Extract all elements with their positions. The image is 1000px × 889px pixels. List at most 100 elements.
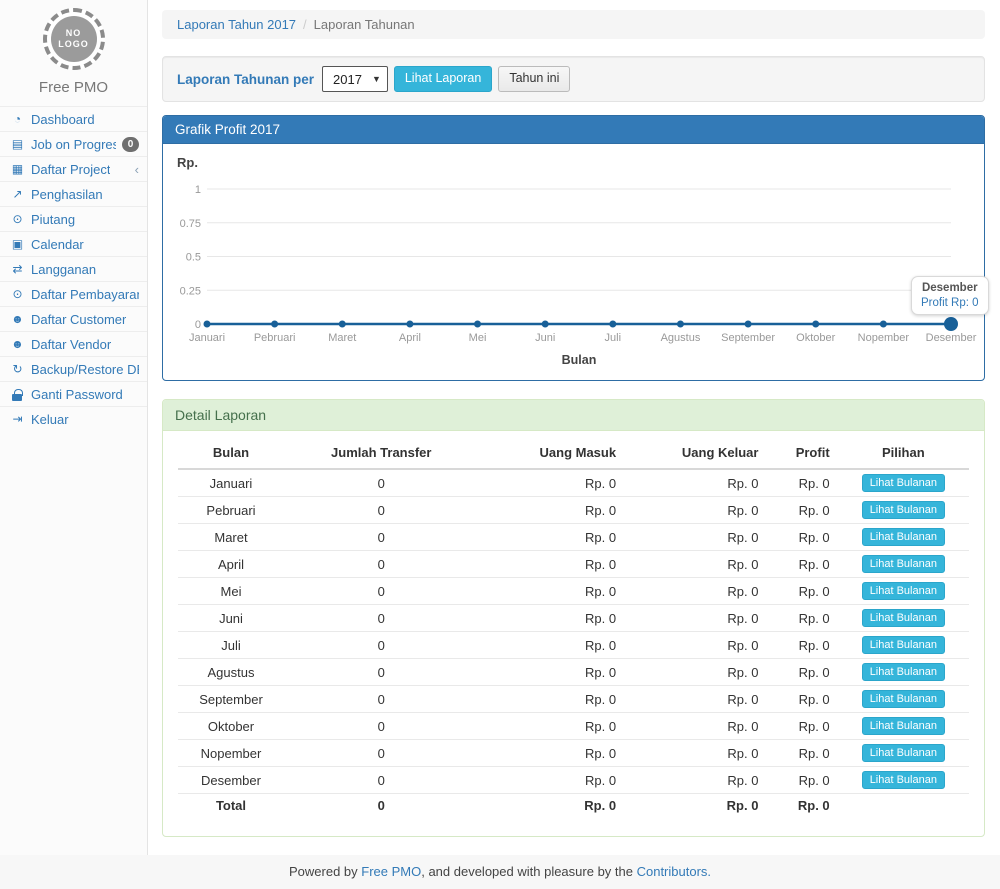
sidebar-item-langganan[interactable]: ⇄Langganan bbox=[0, 257, 147, 281]
lihat-bulanan-button[interactable]: Lihat Bulanan bbox=[862, 582, 945, 600]
table-row: Juni0Rp. 0Rp. 0Rp. 0Lihat Bulanan bbox=[178, 605, 969, 632]
table-row: Maret0Rp. 0Rp. 0Rp. 0Lihat Bulanan bbox=[178, 524, 969, 551]
sidebar-item-ganti-password[interactable]: Ganti Password bbox=[0, 382, 147, 406]
cell-uang-masuk: Rp. 0 bbox=[479, 497, 625, 524]
table-row: September0Rp. 0Rp. 0Rp. 0Lihat Bulanan bbox=[178, 686, 969, 713]
sidebar-menu-item: ⇄Langganan bbox=[0, 256, 147, 281]
cell-profit: Rp. 0 bbox=[766, 551, 837, 578]
dashboard-icon: ◔ bbox=[10, 112, 25, 126]
lihat-bulanan-button[interactable]: Lihat Bulanan bbox=[862, 474, 945, 492]
sidebar-item-daftar-project[interactable]: ▦Daftar Project‹ bbox=[0, 157, 147, 181]
x-tick-label: Januari bbox=[189, 332, 225, 344]
x-tick-label: Juli bbox=[605, 332, 622, 344]
sidebar-menu-item: ☻ Daftar Customer bbox=[0, 306, 147, 331]
sidebar-item-backup-restore-db[interactable]: ↻Backup/Restore DB bbox=[0, 357, 147, 381]
cell-bulan: Juli bbox=[178, 632, 284, 659]
table-total-row: Total0Rp. 0Rp. 0Rp. 0 bbox=[178, 794, 969, 818]
sidebar-item-calendar[interactable]: ▣Calendar bbox=[0, 232, 147, 256]
page-wrapper: NO LOGO Free PMO ◔Dashboard▤Job on Progr… bbox=[0, 0, 1000, 855]
cell-jumlah-transfer: 0 bbox=[284, 605, 479, 632]
data-point-maret bbox=[339, 321, 346, 328]
users-icon: ☻ bbox=[10, 312, 25, 326]
cell-jumlah-transfer: 0 bbox=[284, 686, 479, 713]
chart-tooltip: Desember Profit Rp: 0 bbox=[911, 276, 989, 315]
x-tick-label: April bbox=[399, 332, 421, 344]
sidebar-item-job-on-progress[interactable]: ▤Job on Progress0 bbox=[0, 132, 147, 156]
lihat-bulanan-button[interactable]: Lihat Bulanan bbox=[862, 690, 945, 708]
y-tick-label: 0.75 bbox=[180, 218, 201, 230]
report-table: BulanJumlah TransferUang MasukUang Kelua… bbox=[178, 437, 969, 818]
sidebar-item-label: Penghasilan bbox=[31, 187, 103, 202]
sidebar-menu-item: ☻Daftar Vendor bbox=[0, 331, 147, 356]
profit-chart: Rp. 00.250.50.751JanuariPebruariMaretApr… bbox=[163, 144, 984, 380]
sidebar-item-label: Job on Progress bbox=[31, 137, 116, 152]
cell-profit: Rp. 0 bbox=[766, 605, 837, 632]
lihat-bulanan-button[interactable]: Lihat Bulanan bbox=[862, 528, 945, 546]
report-filter-bar: Laporan Tahunan per 2017 ▼ Lihat Laporan… bbox=[162, 56, 985, 102]
cell-jumlah-transfer: 0 bbox=[284, 551, 479, 578]
detail-panel-body: BulanJumlah TransferUang MasukUang Kelua… bbox=[163, 431, 984, 836]
cell-bulan: Total bbox=[178, 794, 284, 818]
sidebar-item-keluar[interactable]: ⇥ Keluar bbox=[0, 407, 147, 431]
cell-profit: Rp. 0 bbox=[766, 659, 837, 686]
lihat-bulanan-button[interactable]: Lihat Bulanan bbox=[862, 663, 945, 681]
logo-text-line1: NO bbox=[66, 28, 82, 39]
cell-pilihan: Lihat Bulanan bbox=[838, 740, 969, 767]
lihat-bulanan-button[interactable]: Lihat Bulanan bbox=[862, 501, 945, 519]
cell-bulan: Januari bbox=[178, 469, 284, 497]
breadcrumb-current: Laporan Tahunan bbox=[314, 17, 415, 32]
cell-uang-keluar: Rp. 0 bbox=[624, 497, 766, 524]
cell-jumlah-transfer: 0 bbox=[284, 524, 479, 551]
sign-out-icon: ⇥ bbox=[10, 412, 25, 426]
cell-bulan: Desember bbox=[178, 767, 284, 794]
chart-panel-title: Grafik Profit 2017 bbox=[163, 116, 984, 144]
lihat-laporan-button[interactable]: Lihat Laporan bbox=[394, 66, 492, 92]
lihat-bulanan-button[interactable]: Lihat Bulanan bbox=[862, 555, 945, 573]
x-tick-label: Pebruari bbox=[254, 332, 296, 344]
breadcrumb-link[interactable]: Laporan Tahun 2017 bbox=[177, 17, 296, 32]
sidebar-item-daftar-vendor[interactable]: ☻Daftar Vendor bbox=[0, 332, 147, 356]
sidebar-item-daftar-customer[interactable]: ☻ Daftar Customer bbox=[0, 307, 147, 331]
table-header-cell: Uang Masuk bbox=[479, 437, 625, 469]
profit-chart-panel: Grafik Profit 2017 Rp. 00.250.50.751Janu… bbox=[162, 115, 985, 381]
cell-uang-masuk: Rp. 0 bbox=[479, 686, 625, 713]
cell-jumlah-transfer: 0 bbox=[284, 632, 479, 659]
table-row: Nopember0Rp. 0Rp. 0Rp. 0Lihat Bulanan bbox=[178, 740, 969, 767]
cell-bulan: Juni bbox=[178, 605, 284, 632]
cell-uang-keluar: Rp. 0 bbox=[624, 659, 766, 686]
table-row: Desember0Rp. 0Rp. 0Rp. 0Lihat Bulanan bbox=[178, 767, 969, 794]
cell-bulan: Agustus bbox=[178, 659, 284, 686]
cell-profit: Rp. 0 bbox=[766, 524, 837, 551]
data-point-januari bbox=[204, 321, 211, 328]
lihat-bulanan-button[interactable]: Lihat Bulanan bbox=[862, 717, 945, 735]
lihat-bulanan-button[interactable]: Lihat Bulanan bbox=[862, 636, 945, 654]
logo-text-line2: LOGO bbox=[58, 39, 89, 50]
sidebar-item-label: Ganti Password bbox=[31, 387, 123, 402]
sidebar-menu-item: ↗Penghasilan bbox=[0, 181, 147, 206]
sidebar-item-label: Keluar bbox=[31, 412, 69, 427]
cell-pilihan: Lihat Bulanan bbox=[838, 551, 969, 578]
table-header-cell: Pilihan bbox=[838, 437, 969, 469]
breadcrumb: Laporan Tahun 2017/Laporan Tahunan bbox=[162, 10, 985, 39]
sidebar-item-daftar-pembayaran[interactable]: ⊙Daftar Pembayaran bbox=[0, 282, 147, 306]
data-point-agustus bbox=[677, 321, 684, 328]
sidebar-item-dashboard[interactable]: ◔Dashboard bbox=[0, 107, 147, 131]
sidebar-item-label: Daftar Customer bbox=[31, 312, 126, 327]
sidebar-item-piutang[interactable]: ⊙Piutang bbox=[0, 207, 147, 231]
cell-pilihan: Lihat Bulanan bbox=[838, 686, 969, 713]
cell-pilihan: Lihat Bulanan bbox=[838, 632, 969, 659]
lihat-bulanan-button[interactable]: Lihat Bulanan bbox=[862, 771, 945, 789]
cell-profit: Rp. 0 bbox=[766, 578, 837, 605]
table-row: Oktober0Rp. 0Rp. 0Rp. 0Lihat Bulanan bbox=[178, 713, 969, 740]
footer-link[interactable]: Free PMO bbox=[361, 864, 421, 879]
lihat-bulanan-button[interactable]: Lihat Bulanan bbox=[862, 609, 945, 627]
sidebar-menu-item: ▦Daftar Project‹ bbox=[0, 156, 147, 181]
year-select[interactable]: 2017 ▼ bbox=[322, 66, 388, 92]
sidebar-item-penghasilan[interactable]: ↗Penghasilan bbox=[0, 182, 147, 206]
cell-uang-masuk: Rp. 0 bbox=[479, 605, 625, 632]
data-point-september bbox=[745, 321, 752, 328]
cell-profit: Rp. 0 bbox=[766, 767, 837, 794]
footer-link[interactable]: Contributors. bbox=[637, 864, 711, 879]
tahun-ini-button[interactable]: Tahun ini bbox=[498, 66, 570, 92]
lihat-bulanan-button[interactable]: Lihat Bulanan bbox=[862, 744, 945, 762]
